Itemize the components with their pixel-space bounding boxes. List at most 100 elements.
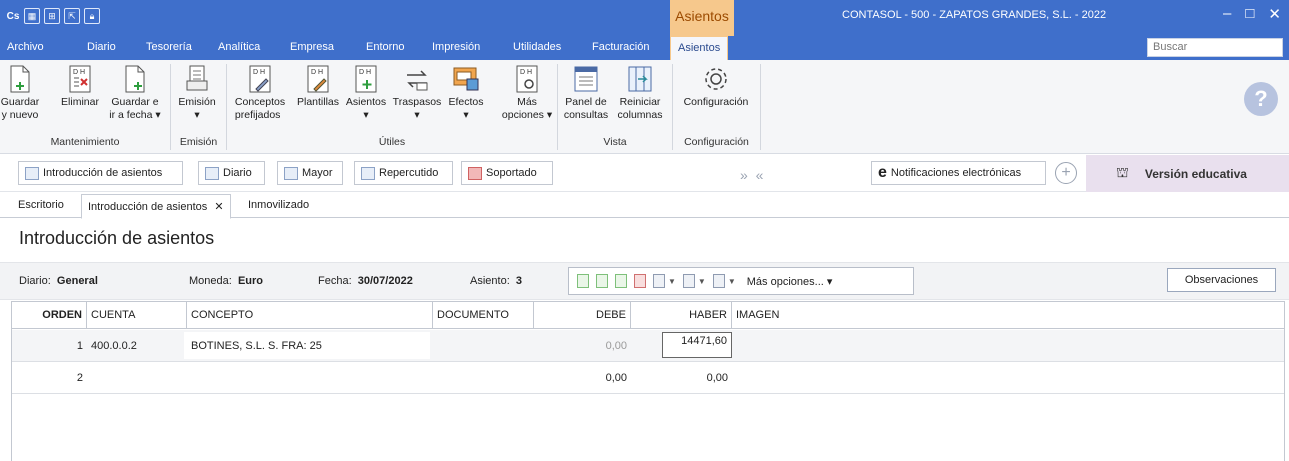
entries-icon bbox=[25, 166, 39, 180]
reiniciar-columnas-button[interactable]: Reiniciar columnas bbox=[614, 64, 666, 122]
document-tabs: Escritorio Introducción de asientos ✕ In… bbox=[0, 193, 1289, 219]
query-panel-icon bbox=[571, 64, 601, 94]
print-icon bbox=[182, 64, 212, 94]
guardar-ir-fecha-label: Guardar e ir a fecha ▾ bbox=[109, 96, 161, 121]
table-row[interactable]: 1 400.0.0.2 BOTINES, S.L. S. FRA: 25 0,0… bbox=[12, 330, 1284, 362]
configuracion-button[interactable]: Configuración bbox=[676, 64, 756, 109]
conceptos-prefijados-button[interactable]: D H Conceptos prefijados bbox=[230, 64, 290, 122]
asientos-button[interactable]: D H Asientos ▾ bbox=[343, 64, 389, 122]
efectos-button[interactable]: Efectos ▾ bbox=[446, 64, 486, 122]
reiniciar-columnas-label: Reiniciar columnas bbox=[617, 96, 663, 121]
menu-impresion[interactable]: Impresión bbox=[432, 41, 480, 53]
shortcut-introduccion-asientos[interactable]: Introducción de asientos bbox=[18, 161, 183, 185]
guardar-nuevo-button[interactable]: Guardar y nuevo bbox=[1, 64, 39, 122]
insert-line-above-icon[interactable] bbox=[596, 274, 608, 288]
cell-documento[interactable] bbox=[433, 330, 534, 362]
shortcut-toolbar: Introducción de asientos Diario Mayor Re… bbox=[0, 155, 1289, 192]
plantillas-button[interactable]: D H Plantillas bbox=[291, 64, 345, 109]
haber-edit-input[interactable]: 14471,60 bbox=[662, 332, 732, 358]
eliminar-label: Eliminar bbox=[61, 96, 99, 108]
eliminar-button[interactable]: D H Eliminar bbox=[60, 64, 100, 109]
cell-cuenta[interactable]: 400.0.0.2 bbox=[87, 330, 187, 362]
mas-opciones-ribbon-label: Más opciones ▾ bbox=[501, 96, 553, 121]
col-debe[interactable]: DEBE bbox=[534, 302, 631, 329]
cell-haber[interactable]: 0,00 bbox=[631, 362, 732, 394]
more-options-dropdown[interactable]: Más opciones... ▾ bbox=[747, 275, 833, 288]
e-notification-icon: e bbox=[878, 164, 887, 181]
insert-line-below-icon[interactable] bbox=[615, 274, 627, 288]
efectos-label: Efectos ▾ bbox=[448, 96, 484, 121]
shortcut-label: Diario bbox=[223, 167, 252, 179]
save-goto-date-icon bbox=[120, 64, 150, 94]
lock-icon[interactable]: 🔒︎ bbox=[84, 8, 100, 24]
shortcut-repercutido[interactable]: Repercutido bbox=[354, 161, 453, 185]
menu-archivo[interactable]: Archivo bbox=[7, 41, 44, 53]
tab-introduccion-asientos[interactable]: Introducción de asientos ✕ bbox=[81, 194, 231, 219]
delete-line-icon[interactable] bbox=[634, 274, 646, 288]
delete-entry-icon: D H bbox=[65, 64, 95, 94]
paste-line-icon[interactable] bbox=[682, 274, 695, 288]
calendar-icon[interactable]: ▦ bbox=[24, 8, 40, 24]
menu-empresa[interactable]: Empresa bbox=[290, 41, 334, 53]
plantillas-label: Plantillas bbox=[296, 96, 340, 108]
traspasos-button[interactable]: Traspasos ▾ bbox=[391, 64, 443, 122]
emision-button[interactable]: Emisión ▾ bbox=[174, 64, 220, 122]
help-icon[interactable]: ? bbox=[1244, 82, 1278, 116]
new-document-icon bbox=[5, 64, 35, 94]
close-tab-icon[interactable]: ✕ bbox=[214, 201, 223, 213]
menu-analitica[interactable]: Analítica bbox=[218, 41, 260, 53]
cell-cuenta[interactable] bbox=[87, 362, 187, 394]
col-imagen[interactable]: IMAGEN bbox=[732, 302, 1284, 329]
shortcut-mayor[interactable]: Mayor bbox=[277, 161, 343, 185]
asiento-value: 3 bbox=[515, 275, 522, 287]
minimize-icon[interactable]: – bbox=[1223, 5, 1231, 23]
cell-debe[interactable]: 0,00 bbox=[534, 362, 631, 394]
col-documento[interactable]: DOCUMENTO bbox=[433, 302, 534, 329]
shortcut-soportado[interactable]: Soportado bbox=[461, 161, 553, 185]
cell-documento[interactable] bbox=[433, 362, 534, 394]
scroll-arrows-icon[interactable]: » « bbox=[740, 167, 765, 183]
svg-text:D H: D H bbox=[359, 69, 371, 76]
quick-export-icon[interactable]: ⇱ bbox=[64, 8, 80, 24]
diario-field: Diario: General bbox=[19, 275, 98, 287]
menu-diario[interactable]: Diario bbox=[87, 41, 116, 53]
panel-consultas-button[interactable]: Panel de consultas bbox=[561, 64, 611, 122]
cell-concepto[interactable]: BOTINES, S.L. S. FRA: 25 bbox=[187, 330, 433, 362]
window-title: CONTASOL - 500 - ZAPATOS GRANDES, S.L. -… bbox=[842, 9, 1107, 21]
ribbon: Guardar y nuevo D H Eliminar Guardar e i… bbox=[0, 60, 1289, 154]
table-row[interactable]: 2 0,00 0,00 bbox=[12, 362, 1284, 394]
menu-asientos[interactable]: Asientos bbox=[670, 36, 729, 60]
cell-debe[interactable]: 0,00 bbox=[534, 330, 631, 362]
chevron-down-icon[interactable]: ▼ bbox=[728, 277, 736, 286]
entry-info-bar: Diario: General Moneda: Euro Fecha: 30/0… bbox=[0, 262, 1289, 300]
chevron-down-icon[interactable]: ▼ bbox=[698, 277, 706, 286]
col-haber[interactable]: HABER bbox=[631, 302, 732, 329]
col-orden[interactable]: ORDEN bbox=[12, 302, 87, 329]
attach-document-icon[interactable] bbox=[712, 274, 725, 288]
col-concepto[interactable]: CONCEPTO bbox=[187, 302, 433, 329]
mas-opciones-ribbon-button[interactable]: D H Más opciones ▾ bbox=[501, 64, 553, 122]
menu-tesoreria[interactable]: Tesorería bbox=[146, 41, 192, 53]
add-shortcut-icon[interactable]: + bbox=[1055, 162, 1077, 184]
tab-escritorio[interactable]: Escritorio bbox=[18, 199, 64, 211]
copy-line-icon[interactable] bbox=[653, 274, 665, 288]
observaciones-button[interactable]: Observaciones bbox=[1167, 268, 1276, 292]
chevron-down-icon[interactable]: ▼ bbox=[668, 277, 676, 286]
insert-line-icon[interactable] bbox=[577, 274, 589, 288]
asiento-label: Asiento: bbox=[470, 275, 510, 287]
menu-utilidades[interactable]: Utilidades bbox=[513, 41, 561, 53]
cell-concepto[interactable] bbox=[187, 362, 433, 394]
quick-new-icon[interactable]: ⊞ bbox=[44, 8, 60, 24]
close-icon[interactable]: ✕ bbox=[1268, 5, 1281, 23]
shortcut-diario[interactable]: Diario bbox=[198, 161, 265, 185]
guardar-ir-fecha-button[interactable]: Guardar e ir a fecha ▾ bbox=[108, 64, 162, 122]
context-tab-header-label: Asientos bbox=[675, 8, 729, 24]
col-cuenta[interactable]: CUENTA bbox=[87, 302, 187, 329]
tab-inmovilizado[interactable]: Inmovilizado bbox=[248, 199, 309, 211]
moneda-value: Euro bbox=[237, 275, 263, 287]
menu-facturacion[interactable]: Facturación bbox=[592, 41, 649, 53]
search-input[interactable]: Buscar bbox=[1147, 38, 1283, 57]
maximize-icon[interactable]: □ bbox=[1245, 5, 1254, 23]
menu-entorno[interactable]: Entorno bbox=[366, 41, 405, 53]
shortcut-notificaciones[interactable]: e Notificaciones electrónicas bbox=[871, 161, 1046, 185]
